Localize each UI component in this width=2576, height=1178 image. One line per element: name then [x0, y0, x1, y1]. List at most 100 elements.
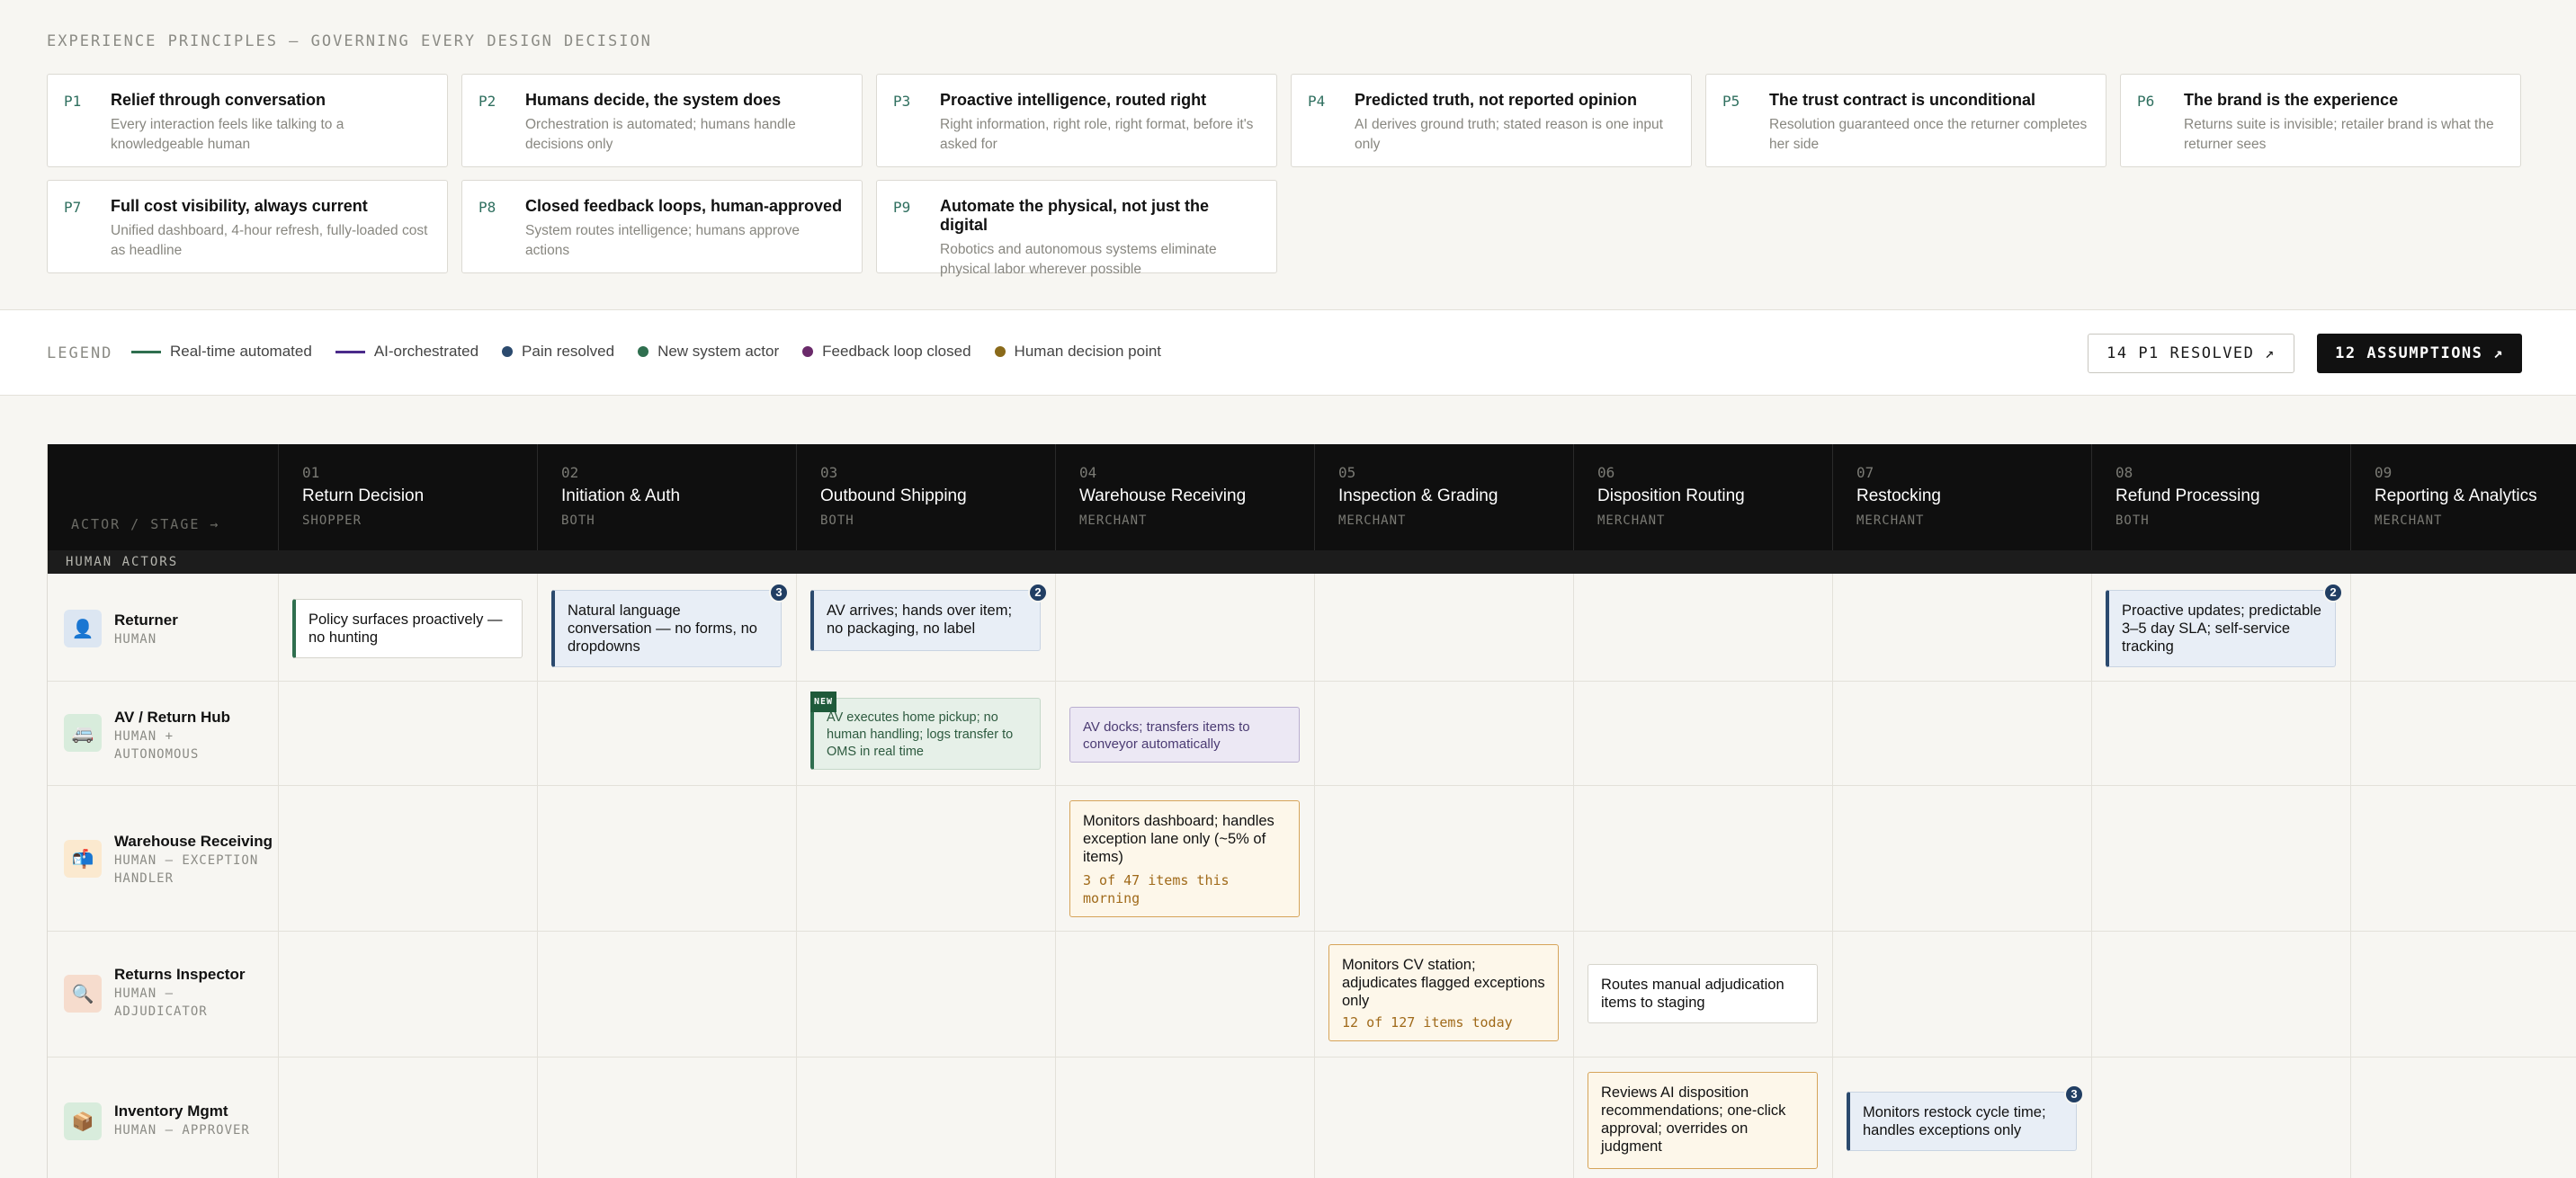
principle-card-p9[interactable]: P9 Automate the physical, not just the d…: [876, 180, 1277, 277]
stage-number: 05: [1338, 464, 1356, 481]
stage-number: 01: [302, 464, 320, 481]
stage-name: Inspection & Grading: [1338, 486, 1498, 505]
stage-header-09[interactable]: 09 Reporting & Analytics MERCHANT: [2350, 444, 2576, 550]
journey-grid: ACTOR / STAGE → 01 Return Decision SHOPP…: [47, 444, 2576, 1178]
card-inspector-inspection[interactable]: Monitors CV station; adjudicates flagged…: [1328, 944, 1559, 1041]
card-inspector-disposition[interactable]: Routes manual adjudication items to stag…: [1588, 964, 1818, 1023]
stage-header-03[interactable]: 03 Outbound Shipping BOTH: [796, 444, 1055, 550]
stage-owner: SHOPPER: [302, 513, 362, 528]
actor-name: Warehouse Receiving: [114, 833, 273, 850]
principle-title: Relief through conversation: [111, 91, 326, 109]
assumptions-button[interactable]: 12 ASSUMPTIONS ↗: [2317, 334, 2522, 373]
stage-header-07[interactable]: 07 Restocking MERCHANT: [1832, 444, 2091, 550]
principle-card-p4[interactable]: P4 Predicted truth, not reported opinion…: [1291, 74, 1692, 167]
stage-number: 08: [2115, 464, 2133, 481]
legend-item-pain: Pain resolved: [502, 343, 614, 361]
stage-number: 04: [1079, 464, 1097, 481]
principle-card-p6[interactable]: P6 The brand is the experience Returns su…: [2120, 74, 2521, 167]
principle-card-p1[interactable]: P1 Relief through conversation Every inte…: [47, 74, 448, 167]
pain-count-badge: 3: [769, 583, 789, 602]
stage-header-04[interactable]: 04 Warehouse Receiving MERCHANT: [1055, 444, 1314, 550]
stage-name: Restocking: [1856, 486, 1941, 505]
stage-header-02[interactable]: 02 Initiation & Auth BOTH: [537, 444, 796, 550]
principle-id: P3: [893, 93, 911, 110]
stage-header-05[interactable]: 05 Inspection & Grading MERCHANT: [1314, 444, 1573, 550]
principle-desc: AI derives ground truth; stated reason i…: [1355, 117, 1663, 152]
stage-header-01[interactable]: 01 Return Decision SHOPPER: [278, 444, 537, 550]
actor-header: 🔍 Returns Inspector HUMAN — ADJUDICATOR: [48, 932, 278, 1057]
card-returner-refund[interactable]: Proactive updates; predictable 3–5 day S…: [2106, 583, 2343, 667]
legend-label: Human decision point: [1014, 343, 1162, 360]
principle-desc: Robotics and autonomous systems eliminat…: [940, 242, 1217, 277]
stage-name: Disposition Routing: [1597, 486, 1745, 505]
p1-resolved-button[interactable]: 14 P1 RESOLVED ↗: [2088, 334, 2294, 373]
principles-section: EXPERIENCE PRINCIPLES — GOVERNING EVERY …: [47, 32, 2522, 277]
principle-card-p5[interactable]: P5 The trust contract is unconditional Re…: [1705, 74, 2106, 167]
actor-role: HUMAN: [114, 632, 157, 647]
stage-name: Outbound Shipping: [820, 486, 967, 505]
stage-owner: MERCHANT: [1338, 513, 1407, 528]
pain-count-badge: 3: [2064, 1084, 2084, 1104]
principle-title: Full cost visibility, always current: [111, 197, 368, 215]
principle-title: The brand is the experience: [2184, 91, 2399, 109]
actor-role: HUMAN + AUTONOMOUS: [114, 729, 200, 762]
card-text: Monitors dashboard; handles exception la…: [1083, 813, 1275, 865]
actor-name: Returns Inspector: [114, 966, 246, 983]
principle-title: Automate the physical, not just the digi…: [940, 197, 1210, 234]
card-warehouse-receiving[interactable]: Monitors dashboard; handles exception la…: [1069, 800, 1300, 917]
card-text: Monitors CV station; adjudicates flagged…: [1342, 957, 1545, 1009]
card-text: Monitors restock cycle time; handles exc…: [1863, 1104, 2046, 1138]
principle-card-p8[interactable]: P8 Closed feedback loops, human-approved…: [461, 180, 863, 273]
actor-header: 📬 Warehouse Receiving HUMAN — EXCEPTION …: [48, 786, 278, 931]
card-av-outbound[interactable]: NEW AV executes home pickup; no human ha…: [810, 692, 1041, 770]
principle-id: P1: [64, 93, 82, 110]
pain-count-badge: 2: [1028, 583, 1048, 602]
green-dot-swatch: [638, 346, 649, 357]
new-system-actor-tag: NEW: [810, 692, 837, 712]
group-band-human-actors: HUMAN ACTORS: [48, 550, 2576, 574]
stage-header-08[interactable]: 08 Refund Processing BOTH: [2091, 444, 2350, 550]
stage-header-06[interactable]: 06 Disposition Routing MERCHANT: [1573, 444, 1832, 550]
card-inventory-restocking[interactable]: Monitors restock cycle time; handles exc…: [1847, 1084, 2084, 1151]
legend-item-realtime: Real-time automated: [131, 343, 312, 361]
principle-id: P6: [2137, 93, 2155, 110]
actor-row-warehouse-receiving: 📬 Warehouse Receiving HUMAN — EXCEPTION …: [48, 786, 2576, 932]
principle-id: P2: [479, 93, 496, 110]
card-returner-return-decision[interactable]: Policy surfaces proactively — no hunting: [292, 599, 523, 658]
card-av-warehouse[interactable]: AV docks; transfers items to conveyor au…: [1069, 707, 1300, 763]
stage-name: Reporting & Analytics: [2375, 486, 2537, 505]
principle-card-p3[interactable]: P3 Proactive intelligence, routed right R…: [876, 74, 1277, 167]
legend-item-ai: AI-orchestrated: [335, 343, 479, 361]
principle-desc: Unified dashboard, 4-hour refresh, fully…: [111, 223, 428, 258]
principle-id: P8: [479, 199, 496, 216]
card-text: Natural language conversation — no forms…: [568, 602, 757, 655]
principle-id: P7: [64, 199, 82, 216]
legend-item-new-actor: New system actor: [638, 343, 779, 361]
legend-label: AI-orchestrated: [373, 343, 479, 360]
actor-header: 📦 Inventory Mgmt HUMAN — APPROVER: [48, 1058, 278, 1178]
actor-role: HUMAN — EXCEPTION HANDLER: [114, 853, 259, 886]
actor-header: 👤 Returner HUMAN: [48, 574, 278, 681]
stage-name: Initiation & Auth: [561, 486, 681, 505]
card-returner-initiation[interactable]: Natural language conversation — no forms…: [551, 583, 789, 667]
card-inventory-disposition[interactable]: Reviews AI disposition recommendations; …: [1588, 1072, 1818, 1169]
purple-dot-swatch: [802, 346, 814, 357]
principle-card-p7[interactable]: P7 Full cost visibility, always current U…: [47, 180, 448, 273]
stage-number: 02: [561, 464, 579, 481]
amber-dot-swatch: [994, 346, 1006, 357]
principle-title: Humans decide, the system does: [525, 91, 782, 109]
card-returner-outbound[interactable]: AV arrives; hands over item; no packagin…: [810, 583, 1048, 651]
stage-number: 09: [2375, 464, 2393, 481]
legend-label: Feedback loop closed: [822, 343, 971, 360]
principle-title: Predicted truth, not reported opinion: [1355, 91, 1637, 109]
legend-label: Pain resolved: [522, 343, 615, 360]
purple-line-swatch: [335, 350, 365, 353]
stage-owner: BOTH: [2115, 513, 2150, 528]
principle-desc: Returns suite is invisible; retailer bra…: [2184, 117, 2494, 152]
grid-header: ACTOR / STAGE → 01 Return Decision SHOPP…: [48, 444, 2576, 550]
principle-desc: System routes intelligence; humans appro…: [525, 223, 800, 258]
principle-card-p2[interactable]: P2 Humans decide, the system does Orchest…: [461, 74, 863, 167]
stage-owner: BOTH: [561, 513, 595, 528]
actor-header: 🚐 AV / Return Hub HUMAN + AUTONOMOUS: [48, 682, 278, 785]
actor-row-inventory-mgmt: 📦 Inventory Mgmt HUMAN — APPROVER Review…: [48, 1058, 2576, 1178]
